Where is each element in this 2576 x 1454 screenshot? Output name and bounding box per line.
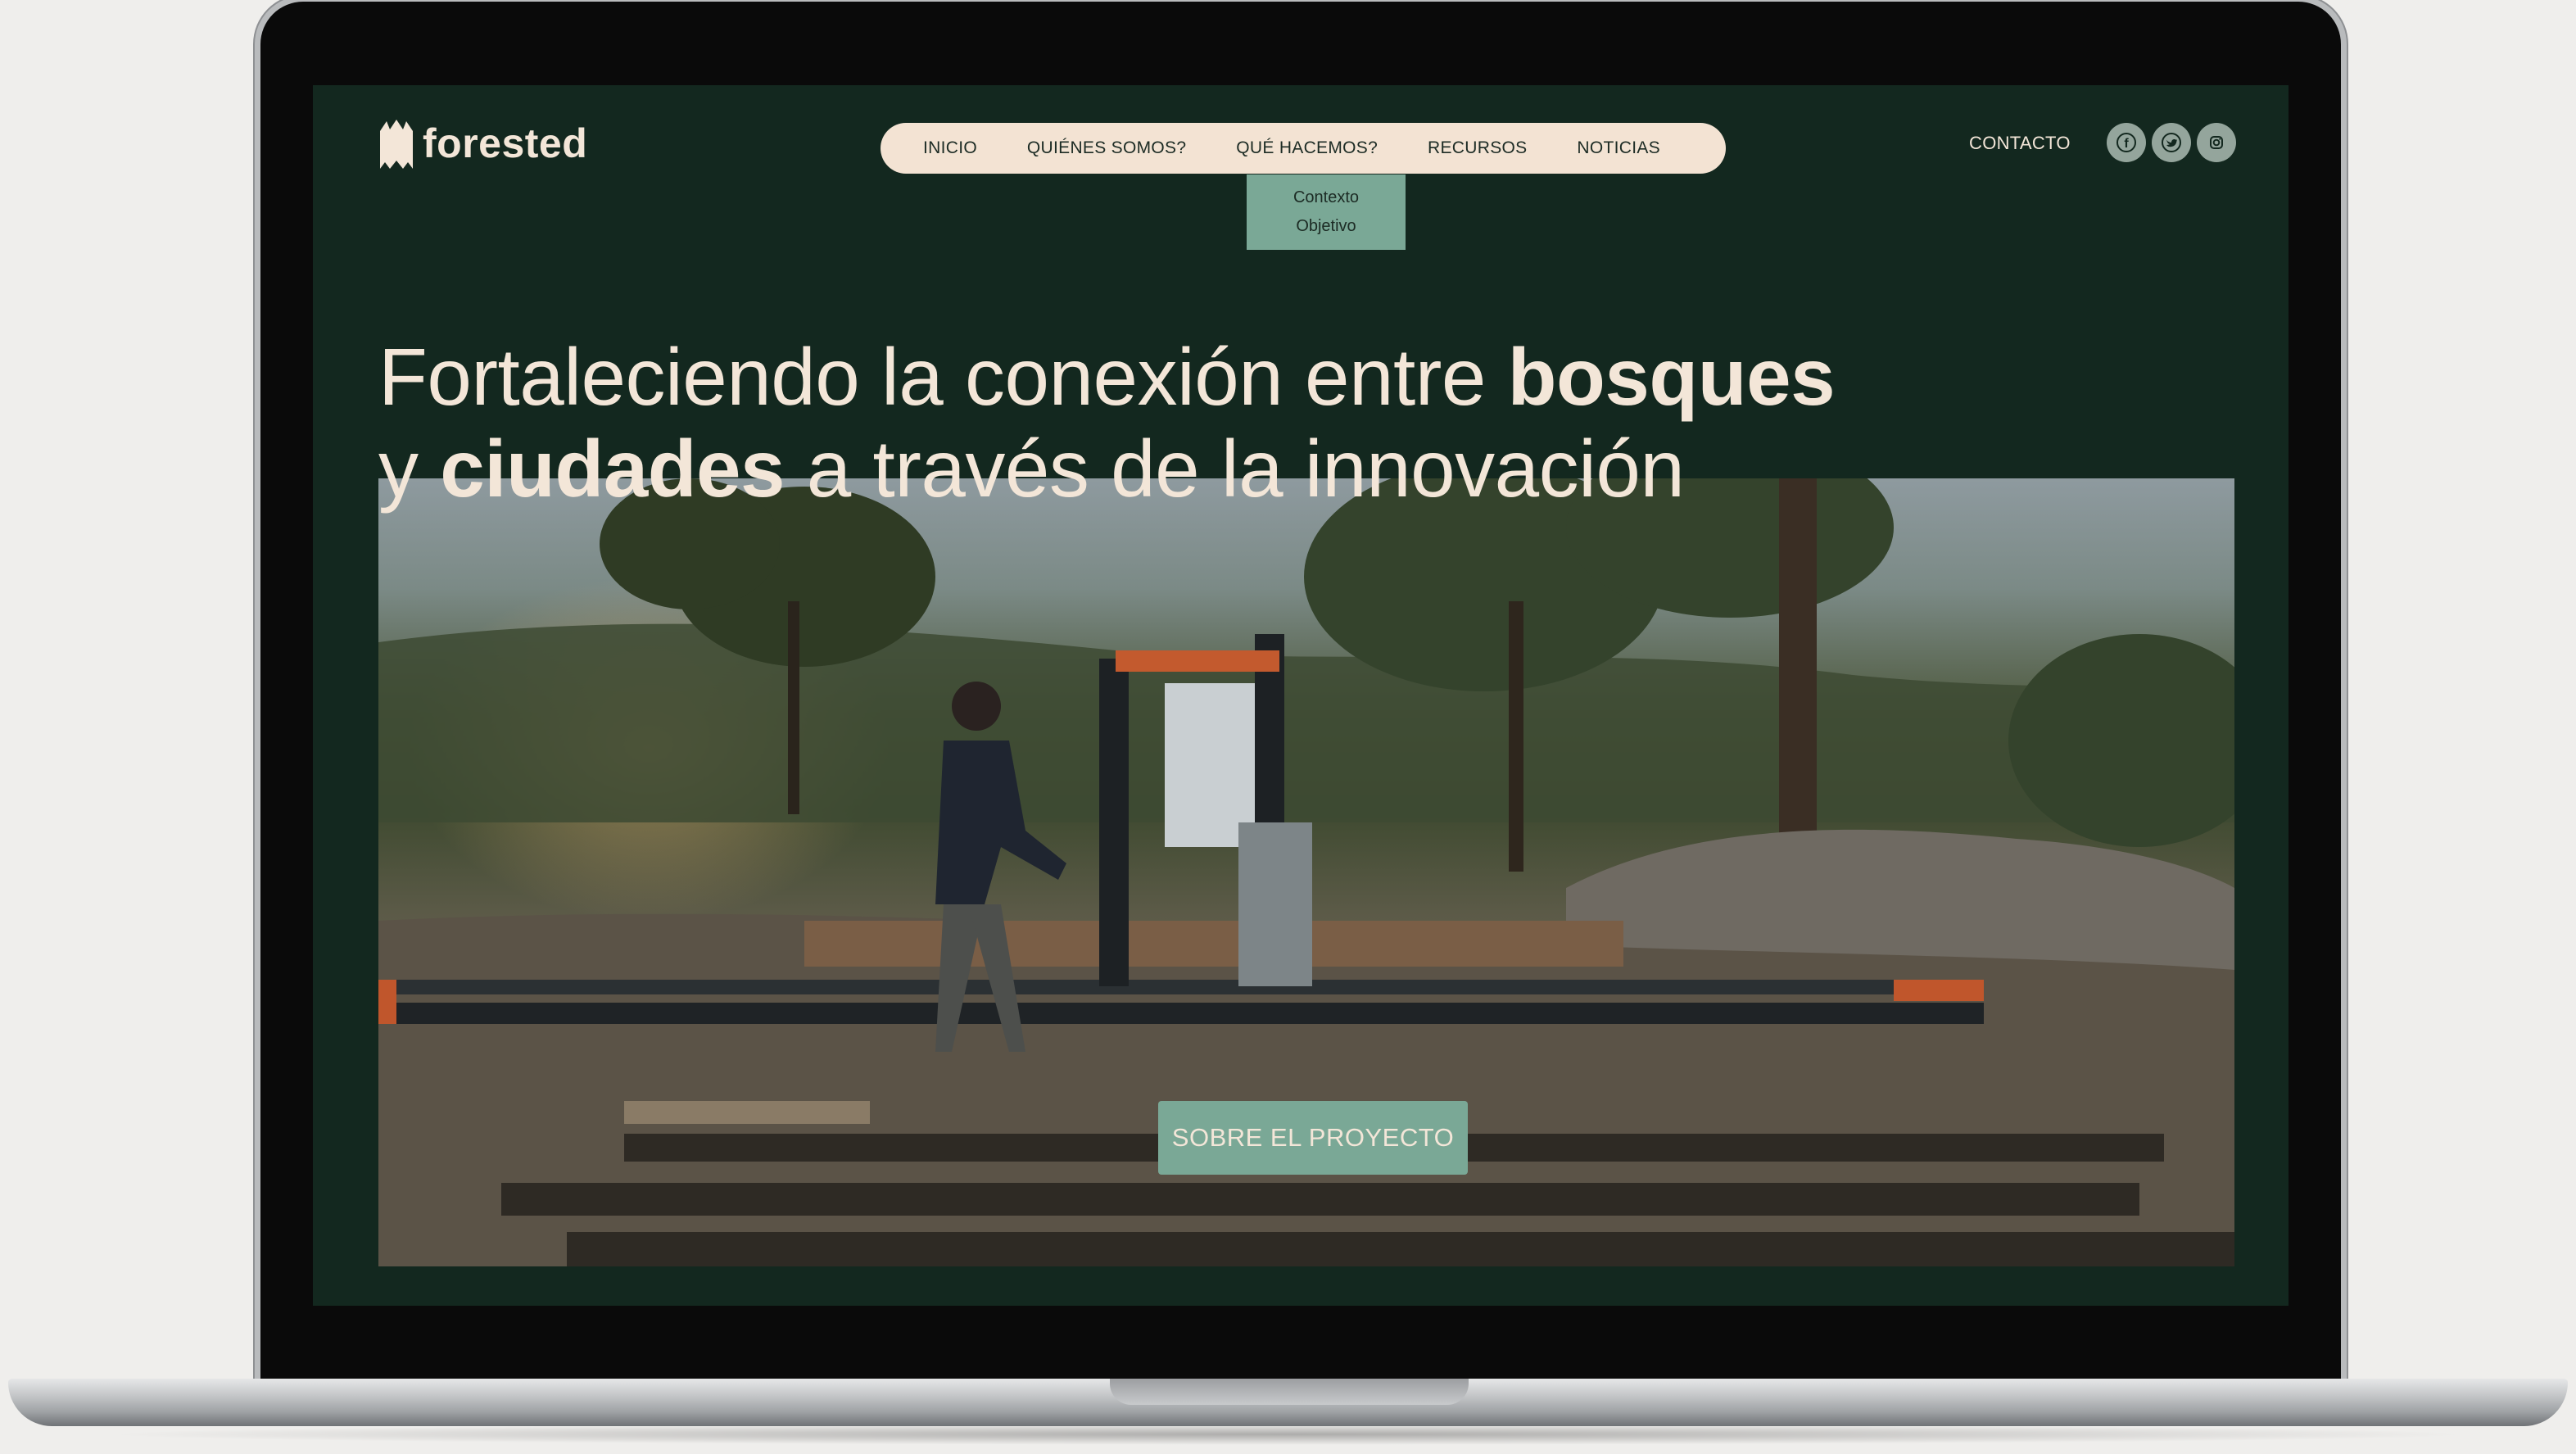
twitter-glyph [2162, 133, 2181, 152]
brand-name: forested [423, 120, 588, 166]
brand-logo[interactable]: forested [378, 118, 587, 169]
laptop-notch [1110, 1379, 1469, 1405]
nav-item-noticias[interactable]: NOTICIAS [1577, 138, 1660, 158]
twitter-icon[interactable] [2152, 123, 2191, 162]
headline-part: Fortaleciendo la conexión entre [378, 332, 1508, 422]
nav-item-que-hacemos[interactable]: QUÉ HACEMOS? [1236, 138, 1378, 158]
nav-item-quienes-somos[interactable]: QUIÉNES SOMOS? [1027, 138, 1186, 158]
facebook-icon[interactable]: f [2107, 123, 2146, 162]
dropdown-item-objetivo[interactable]: Objetivo [1296, 217, 1356, 236]
contact-link[interactable]: CONTACTO [1969, 133, 2071, 154]
headline-part: a través de la innovación [785, 424, 1685, 514]
facebook-glyph: f [2116, 133, 2136, 152]
laptop-shadow [98, 1424, 2478, 1445]
dropdown-item-contexto[interactable]: Contexto [1293, 188, 1359, 207]
headline-part: y [378, 424, 441, 514]
facebook-letter: f [2124, 137, 2129, 151]
nav-item-recursos[interactable]: RECURSOS [1428, 138, 1527, 158]
main-nav: INICIO QUIÉNES SOMOS? QUÉ HACEMOS? RECUR… [881, 123, 1726, 174]
que-hacemos-dropdown: Contexto Objetivo [1247, 174, 1406, 250]
instagram-icon[interactable] [2197, 123, 2236, 162]
headline-emphasis-ciudades: ciudades [440, 424, 785, 514]
about-project-button[interactable]: SOBRE EL PROYECTO [1158, 1101, 1468, 1175]
forest-logo-icon [380, 120, 413, 169]
instagram-glyph [2210, 136, 2223, 149]
laptop-mockup: forested INICIO QUIÉNES SOMOS? QUÉ HACEM… [0, 0, 2576, 1454]
nav-item-inicio[interactable]: INICIO [923, 138, 977, 158]
headline-emphasis-bosques: bosques [1507, 332, 1836, 422]
hero-headline: Fortaleciendo la conexión entre bosques … [378, 331, 2017, 514]
website-screen: forested INICIO QUIÉNES SOMOS? QUÉ HACEM… [313, 85, 2289, 1306]
